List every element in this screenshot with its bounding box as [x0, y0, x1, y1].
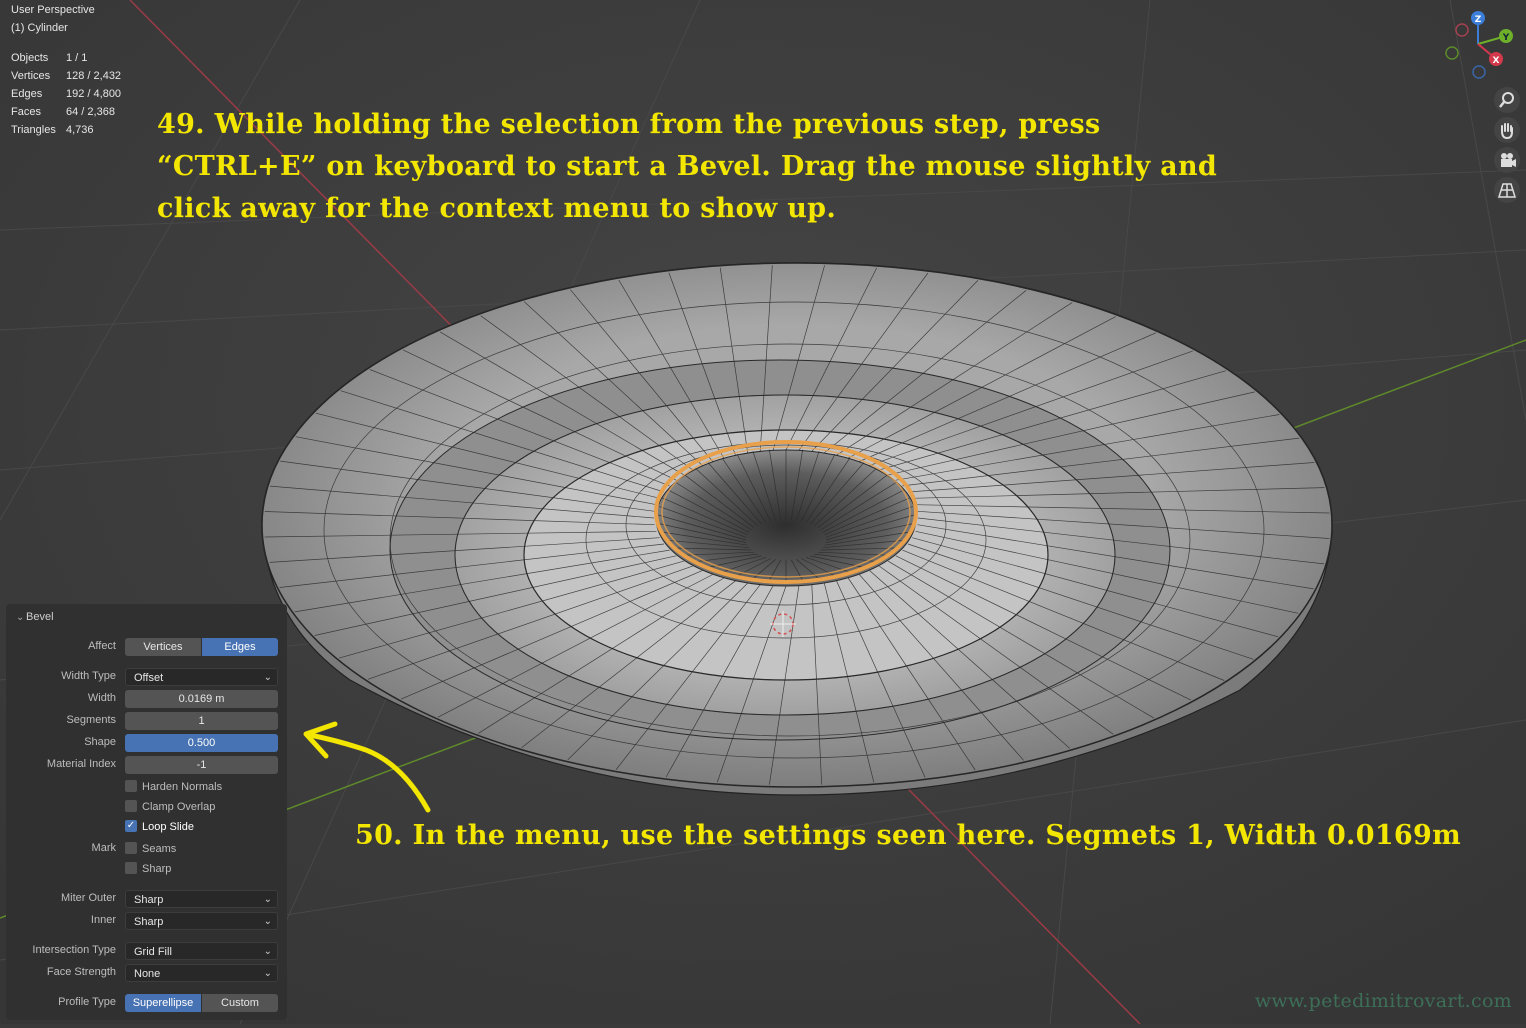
- panel-title: Bevel: [26, 611, 54, 623]
- intersection-type-dropdown[interactable]: Grid Fill ⌄: [125, 942, 278, 960]
- object-name: (1) Cylinder: [11, 22, 68, 34]
- shape-slider[interactable]: 0.500: [125, 734, 278, 752]
- segments-label: Segments: [66, 714, 116, 726]
- step-49-annotation: 49. While holding the selection from the…: [157, 109, 1218, 224]
- inner-value: Sharp: [134, 916, 164, 928]
- affect-toggle[interactable]: Vertices Edges: [125, 638, 278, 656]
- stat-faces: Faces 64 / 2,368: [11, 105, 121, 123]
- chevron-down-icon: ⌄: [263, 916, 272, 927]
- checkbox-box: [125, 780, 137, 793]
- gizmo-x-label: X: [1493, 56, 1500, 66]
- harden-normals-label: Harden Normals: [142, 781, 223, 793]
- mark-seams-label: Seams: [142, 843, 177, 855]
- stat-label: Objects: [11, 52, 49, 64]
- face-strength-value: None: [134, 968, 161, 980]
- width-type-label: Width Type: [61, 670, 116, 682]
- stat-value: 4,736: [66, 124, 94, 136]
- chevron-down-icon: ⌄: [263, 968, 272, 979]
- loop-slide-checkbox[interactable]: ✓ Loop Slide: [125, 820, 194, 834]
- width-field[interactable]: 0.0169 m: [125, 690, 278, 708]
- affect-vertices-button[interactable]: Vertices: [125, 638, 201, 656]
- stat-value: 128 / 2,432: [66, 70, 122, 82]
- material-index-label: Material Index: [46, 758, 116, 770]
- stat-label: Triangles: [11, 124, 56, 136]
- bevel-operator-panel[interactable]: ⌄ Bevel Affect Vertices Edges Width Type …: [6, 604, 287, 1020]
- harden-normals-checkbox[interactable]: Harden Normals: [125, 780, 222, 794]
- grid-perspective-icon[interactable]: [1494, 177, 1520, 203]
- checkbox-box: [125, 800, 137, 813]
- miter-outer-label: Miter Outer: [60, 892, 116, 904]
- stat-label: Vertices: [11, 70, 51, 82]
- mark-sharp-label: Sharp: [142, 863, 172, 875]
- cylinder-mesh: [261, 262, 1333, 796]
- intersection-type-label: Intersection Type: [32, 944, 116, 956]
- gizmo-y-label: Y: [1502, 33, 1510, 43]
- stat-value: 64 / 2,368: [66, 106, 115, 118]
- checkbox-box: [125, 862, 137, 875]
- hand-pan-icon[interactable]: [1494, 117, 1520, 143]
- profile-custom-button[interactable]: Custom: [201, 994, 278, 1012]
- panel-header[interactable]: ⌄ Bevel: [16, 611, 54, 623]
- face-strength-dropdown[interactable]: None ⌄: [125, 964, 278, 982]
- affect-label: Affect: [88, 640, 116, 652]
- width-label: Width: [87, 692, 116, 704]
- profile-superellipse-button[interactable]: Superellipse: [125, 994, 201, 1012]
- stat-label: Edges: [11, 88, 43, 100]
- chevron-down-icon: ⌄: [263, 894, 272, 905]
- mark-seams-checkbox[interactable]: Seams: [125, 842, 176, 856]
- miter-outer-value: Sharp: [134, 894, 164, 906]
- gizmo-z-label: Z: [1475, 15, 1482, 25]
- stat-edges: Edges 192 / 4,800: [11, 87, 121, 105]
- clamp-overlap-label: Clamp Overlap: [142, 801, 216, 813]
- stat-triangles: Triangles 4,736: [11, 123, 121, 141]
- mark-sharp-checkbox[interactable]: Sharp: [125, 862, 171, 876]
- segments-field[interactable]: 1: [125, 712, 278, 730]
- profile-type-toggle[interactable]: Superellipse Custom: [125, 994, 278, 1012]
- mark-label: Mark: [91, 842, 116, 854]
- profile-type-label: Profile Type: [58, 996, 116, 1008]
- stat-label: Faces: [11, 106, 41, 118]
- miter-outer-dropdown[interactable]: Sharp ⌄: [125, 890, 278, 908]
- material-index-field[interactable]: -1: [125, 756, 278, 774]
- loop-slide-label: Loop Slide: [142, 821, 194, 833]
- inner-label: Inner: [90, 914, 116, 926]
- inner-dropdown[interactable]: Sharp ⌄: [125, 912, 278, 930]
- width-type-value: Offset: [134, 672, 164, 684]
- face-strength-label: Face Strength: [46, 966, 116, 978]
- stat-value: 192 / 4,800: [66, 88, 122, 100]
- chevron-down-icon: ⌄: [263, 672, 272, 683]
- chevron-down-icon: ⌄: [16, 612, 25, 623]
- clamp-overlap-checkbox[interactable]: Clamp Overlap: [125, 800, 215, 814]
- stat-vertices: Vertices 128 / 2,432: [11, 69, 121, 87]
- stat-value: 1 / 1: [66, 52, 88, 64]
- step-50-annotation: 50. In the menu, use the settings seen h…: [355, 820, 1461, 851]
- checkmark-icon: ✓: [125, 820, 137, 833]
- shape-label: Shape: [84, 736, 116, 748]
- chevron-down-icon: ⌄: [263, 946, 272, 957]
- affect-edges-button[interactable]: Edges: [201, 638, 278, 656]
- 3d-viewport[interactable]: Z Y X User Perspective (1) Cylinder Obje…: [0, 0, 1526, 1025]
- stat-objects: Objects 1 / 1: [11, 51, 121, 69]
- checkbox-box: [125, 842, 137, 855]
- camera-icon[interactable]: [1494, 147, 1520, 173]
- view-name: User Perspective: [11, 4, 95, 16]
- width-type-dropdown[interactable]: Offset ⌄: [125, 668, 278, 686]
- watermark: www.petedimitrovart.com: [1254, 990, 1512, 1012]
- scene-statistics: Objects 1 / 1 Vertices 128 / 2,432 Edges 19…: [11, 51, 121, 141]
- zoom-icon[interactable]: [1494, 87, 1520, 113]
- intersection-type-value: Grid Fill: [134, 946, 172, 958]
